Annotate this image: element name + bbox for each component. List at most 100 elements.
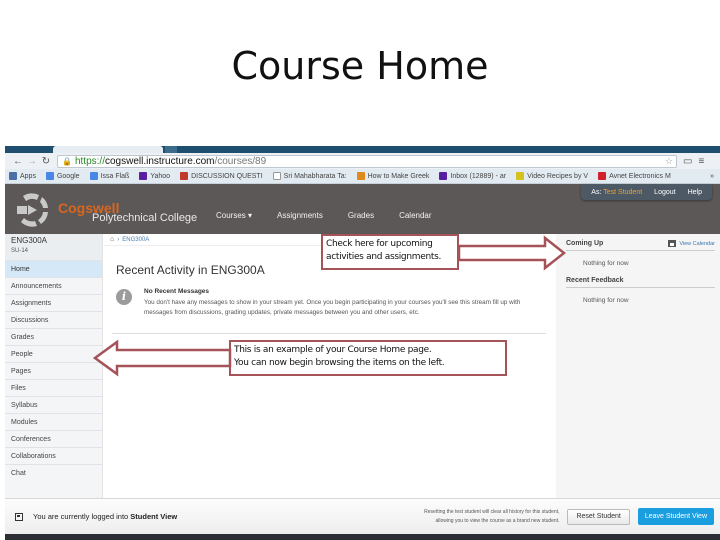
- current-user: As: Test Student: [591, 189, 642, 196]
- info-icon: i: [116, 289, 132, 305]
- bookmark-item[interactable]: Avnet Electronics M: [598, 172, 671, 180]
- left-arrow-icon: [92, 339, 232, 377]
- bookmark-label: Sri Mahabharata Ta:: [283, 172, 347, 180]
- bookmarks-bar: Apps Google Issa Flaß Yahoo DISCUSSION QUEST…: [5, 169, 720, 184]
- nav-courses[interactable]: Courses ▾: [216, 211, 252, 220]
- coming-up-header: Coming Up View Calendar: [566, 240, 715, 251]
- apps-grid-icon: [9, 172, 17, 180]
- browser-tab[interactable]: [53, 146, 163, 153]
- callout-upcoming: Check here for upcoming activities and a…: [321, 234, 459, 270]
- breadcrumb-separator: ›: [117, 236, 120, 243]
- reset-note: Resetting the test student will clear al…: [424, 508, 559, 526]
- google-icon: [45, 172, 54, 180]
- bookmark-item[interactable]: How to Make Greek: [356, 172, 430, 180]
- course-header: ENG300A SU-14: [5, 234, 102, 260]
- course-term: SU-14: [11, 248, 29, 254]
- bookmark-label: DISCUSSION QUESTI: [191, 172, 263, 180]
- stream-item: i No Recent Messages You don't have any …: [116, 288, 536, 318]
- sidebar-item-syllabus[interactable]: Syllabus: [5, 396, 102, 413]
- view-calendar-link[interactable]: View Calendar: [668, 240, 715, 247]
- url-scheme: https://: [74, 155, 105, 167]
- bookmark-item[interactable]: Video Recipes by V: [516, 172, 588, 180]
- help-link[interactable]: Help: [688, 189, 702, 196]
- sidebar-item-discussions[interactable]: Discussions: [5, 311, 102, 328]
- cast-icon[interactable]: ▭: [683, 156, 692, 167]
- view-calendar-label: View Calendar: [679, 240, 715, 247]
- address-bar[interactable]: 🔒 https:// cogswell.instructure.com /cou…: [57, 154, 677, 168]
- user-name-link[interactable]: Test Student: [603, 189, 642, 196]
- new-tab-button[interactable]: [165, 146, 177, 153]
- logout-link[interactable]: Logout: [654, 189, 675, 196]
- sidebar-item-announcements[interactable]: Announcements: [5, 277, 102, 294]
- sidebar-item-files[interactable]: Files: [5, 379, 102, 396]
- callout-line-1: This is an example of your Course Home p…: [234, 345, 432, 355]
- cogswell-logo-icon[interactable]: [15, 192, 51, 228]
- back-arrow-icon[interactable]: ←: [11, 156, 25, 167]
- sidebar-item-people[interactable]: People: [5, 345, 102, 362]
- recent-feedback-title: Recent Feedback: [566, 277, 624, 284]
- url-host: cogswell.instructure.com: [104, 155, 215, 167]
- bookmark-item[interactable]: DISCUSSION QUESTI: [180, 172, 263, 180]
- bookmark-item[interactable]: Yahoo: [139, 172, 170, 180]
- avnet-icon: [598, 172, 607, 180]
- status-bold: Student View: [130, 512, 178, 521]
- sidebar-item-assignments[interactable]: Assignments: [5, 294, 102, 311]
- nav-calendar[interactable]: Calendar: [399, 211, 431, 220]
- bookmark-label: How to Make Greek: [367, 172, 430, 180]
- url-path: /courses/89: [214, 155, 267, 167]
- nav-assignments[interactable]: Assignments: [277, 211, 323, 220]
- discussion-icon: [180, 172, 189, 180]
- breadcrumb-course[interactable]: ENG300A: [122, 237, 149, 243]
- bookmark-label: Google: [56, 172, 80, 180]
- callout-course-home: This is an example of your Course Home p…: [229, 340, 507, 376]
- bookmark-item[interactable]: Inbox (12889) - ar: [439, 172, 506, 180]
- sidebar-item-pages[interactable]: Pages: [5, 362, 102, 379]
- yahoo-icon: [139, 172, 148, 180]
- reload-icon[interactable]: ↻: [39, 156, 53, 167]
- reset-note-line-2: allowing you to view the course as a bra…: [435, 517, 560, 524]
- bookmark-star-icon[interactable]: ☆: [665, 156, 673, 167]
- menu-icon[interactable]: ≡: [698, 156, 704, 167]
- student-view-icon: [15, 512, 23, 521]
- sidebar-item-grades[interactable]: Grades: [5, 328, 102, 345]
- bookmarks-overflow-icon[interactable]: »: [710, 173, 714, 180]
- lock-icon: 🔒: [62, 156, 72, 166]
- callout-line-2: You can now begin browsing the items on …: [234, 358, 445, 368]
- forward-arrow-icon[interactable]: →: [25, 156, 39, 167]
- reset-student-button[interactable]: Reset Student: [567, 508, 630, 525]
- right-sidebar: Coming Up View Calendar Nothing for now …: [556, 234, 720, 499]
- sidebar-item-modules[interactable]: Modules: [5, 413, 102, 430]
- bookmark-label: Issa Flaß: [100, 172, 130, 180]
- coming-up-empty: Nothing for now: [583, 260, 629, 267]
- bookmark-item[interactable]: Issa Flaß: [89, 172, 130, 180]
- sidebar-item-conferences[interactable]: Conferences: [5, 430, 102, 447]
- bookmark-item[interactable]: Google: [45, 172, 80, 180]
- leave-student-view-button[interactable]: Leave Student View: [637, 508, 714, 525]
- user-prefix: As:: [591, 188, 602, 196]
- sidebar-item-collaborations[interactable]: Collaborations: [5, 447, 102, 464]
- recent-feedback-header: Recent Feedback: [566, 277, 715, 288]
- nav-grades[interactable]: Grades: [348, 211, 374, 220]
- bookmark-item[interactable]: Apps: [9, 172, 36, 180]
- calendar-icon: [668, 240, 677, 247]
- user-menu: As: Test Student Logout Help: [581, 184, 712, 200]
- course-code[interactable]: ENG300A: [11, 236, 96, 245]
- student-view-footer: You are currently logged into Student Vi…: [5, 498, 720, 534]
- bookmark-item[interactable]: Sri Mahabharata Ta:: [272, 172, 347, 180]
- brand-subtitle: Polytechnical College: [92, 212, 198, 224]
- course-sidebar: ENG300A SU-14 Home Announcements Assignmen…: [5, 234, 103, 499]
- yahoo-mail-icon: [439, 172, 448, 180]
- slide-title: Course Home: [231, 44, 489, 88]
- stream-header: No Recent Messages: [144, 288, 210, 295]
- recipe-icon: [356, 172, 365, 180]
- browser-toolbar: ← → ↻ 🔒 https:// cogswell.instructure.co…: [5, 153, 720, 169]
- stream-body: You don't have any messages to show in y…: [144, 299, 521, 316]
- divider: [112, 333, 546, 334]
- sidebar-item-chat[interactable]: Chat: [5, 464, 102, 481]
- sidebar-item-home[interactable]: Home: [5, 260, 102, 277]
- reset-note-line-1: Resetting the test student will clear al…: [424, 508, 560, 515]
- home-icon[interactable]: ⌂: [110, 236, 114, 243]
- video-icon: [516, 172, 525, 180]
- student-view-status: You are currently logged into Student Vi…: [33, 512, 177, 521]
- recent-feedback-empty: Nothing for now: [583, 297, 629, 304]
